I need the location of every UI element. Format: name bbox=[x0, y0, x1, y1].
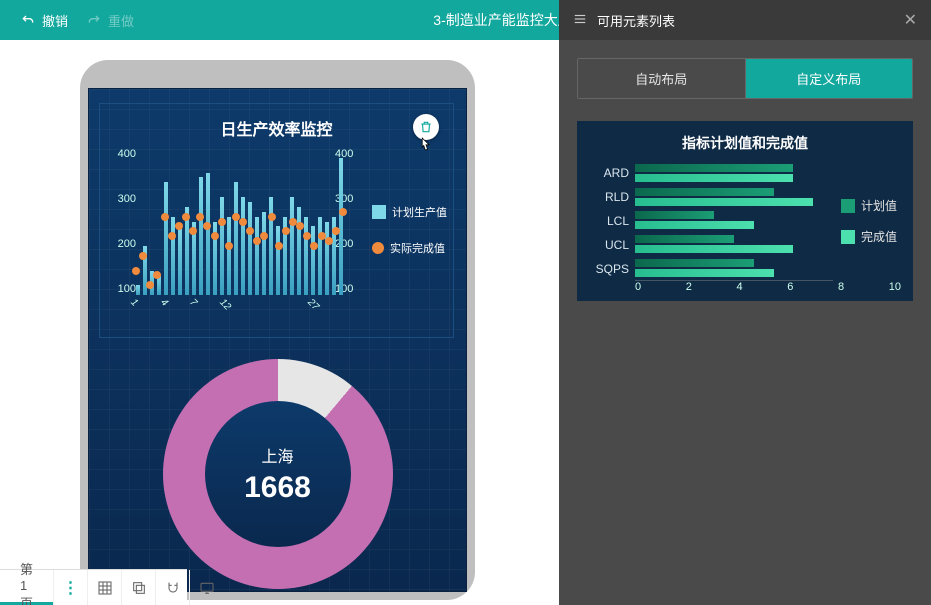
undo-icon bbox=[20, 12, 36, 28]
chart1-plot bbox=[136, 148, 343, 295]
magnet-tool[interactable] bbox=[155, 570, 189, 605]
chart1-legend: 计划生产值 实际完成值 bbox=[372, 204, 447, 276]
layout-tabs: 自动布局 自定义布局 bbox=[577, 58, 913, 99]
more-menu-button[interactable]: ⋮ bbox=[53, 570, 87, 605]
tab-custom-layout[interactable]: 自定义布局 bbox=[746, 59, 913, 98]
list-icon bbox=[573, 12, 587, 29]
undo-button[interactable]: 撤销 bbox=[20, 11, 68, 30]
layers-tool[interactable] bbox=[121, 570, 155, 605]
preview-tool[interactable] bbox=[189, 570, 223, 605]
chart1-title: 日生产效率监控 bbox=[100, 104, 453, 146]
mini-plot bbox=[635, 161, 833, 281]
redo-icon bbox=[86, 12, 102, 28]
canvas[interactable]: 日生产效率监控 400300200100 400300200100 147122… bbox=[0, 40, 559, 605]
close-icon[interactable]: ✕ bbox=[904, 10, 917, 30]
legend-swatch-plan bbox=[841, 199, 855, 213]
chart-indicator-plan-done[interactable]: 指标计划值和完成值 ARDRLDLCLUCLSQPS 计划值 完成值 02468… bbox=[577, 121, 913, 301]
device-frame: 日生产效率监控 400300200100 400300200100 147122… bbox=[80, 60, 475, 600]
elements-panel: 自动布局 自定义布局 指标计划值和完成值 ARDRLDLCLUCLSQPS 计划… bbox=[559, 40, 931, 605]
elements-panel-header: 可用元素列表 ✕ bbox=[559, 0, 931, 40]
redo-label: 重做 bbox=[108, 11, 134, 30]
tab-auto-layout[interactable]: 自动布局 bbox=[578, 59, 746, 98]
donut-label: 上海 1668 bbox=[163, 359, 393, 589]
device-screen[interactable]: 日生产效率监控 400300200100 400300200100 147122… bbox=[88, 88, 467, 592]
page-tab-1[interactable]: 第1页 bbox=[0, 570, 53, 605]
chart-daily-efficiency[interactable]: 日生产效率监控 400300200100 400300200100 147122… bbox=[99, 103, 454, 338]
mini-y-categories: ARDRLDLCLUCLSQPS bbox=[589, 161, 629, 281]
chart1-x-axis: 1471227 bbox=[136, 297, 343, 325]
mini-chart-title: 指标计划值和完成值 bbox=[589, 133, 901, 153]
mini-legend: 计划值 完成值 bbox=[841, 161, 901, 281]
redo-button[interactable]: 重做 bbox=[86, 11, 134, 30]
cursor-pointer-icon bbox=[417, 136, 435, 156]
grid-tool[interactable] bbox=[87, 570, 121, 605]
undo-label: 撤销 bbox=[42, 11, 68, 30]
legend-swatch-done bbox=[372, 242, 384, 254]
chart1-y-axis-left: 400300200100 bbox=[108, 148, 136, 295]
legend-swatch-plan bbox=[372, 205, 386, 219]
chart-donut[interactable]: 上海 1668 bbox=[163, 359, 393, 589]
elements-panel-title: 可用元素列表 bbox=[597, 11, 675, 30]
legend-swatch-done bbox=[841, 230, 855, 244]
bottom-toolbar: 第1页 ⋮ bbox=[0, 569, 187, 605]
mini-x-axis: 0246810 bbox=[635, 281, 901, 293]
